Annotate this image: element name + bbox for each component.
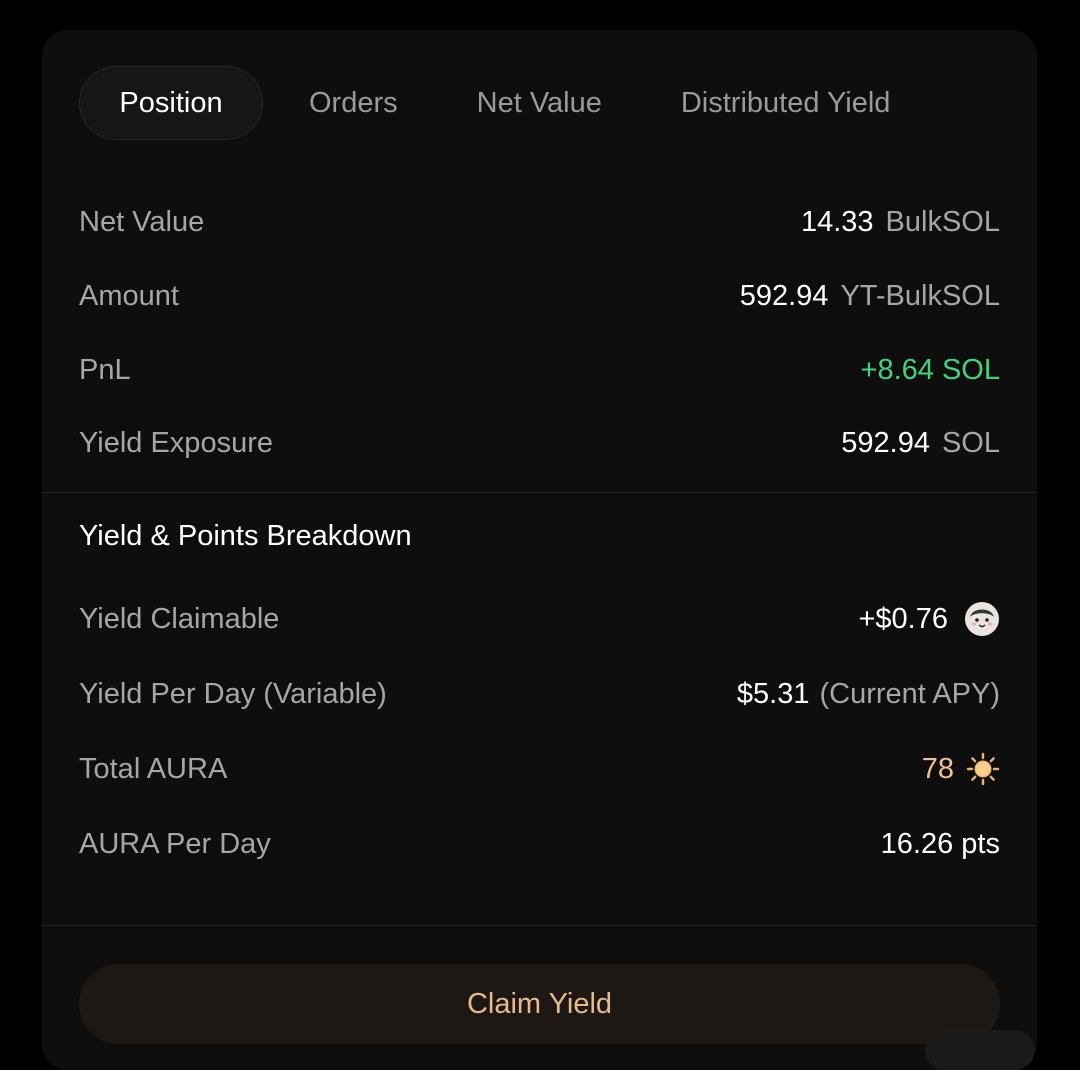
total-aura-row: Total AURA 78: [79, 747, 1000, 791]
pnl-row: PnL +8.64 SOL: [79, 348, 1000, 392]
tab-distributed-yield[interactable]: Distributed Yield: [681, 66, 891, 140]
amount-number: 592.94: [739, 279, 829, 312]
amount-unit: YT-BulkSOL: [840, 279, 1000, 312]
total-aura-number: 78: [921, 752, 954, 785]
yield-exposure-label: Yield Exposure: [79, 426, 273, 459]
position-card: Position Orders Net Value Distributed Yi…: [42, 30, 1037, 1070]
net-value-value: 14.33 BulkSOL: [801, 206, 1000, 239]
total-aura-label: Total AURA: [79, 752, 228, 785]
amount-row: Amount 592.94 YT-BulkSOL: [79, 274, 1000, 318]
tab-net-value[interactable]: Net Value: [477, 66, 602, 140]
aura-per-day-label: AURA Per Day: [79, 827, 271, 860]
tab-orders[interactable]: Orders: [309, 66, 398, 140]
net-value-row: Net Value 14.33 BulkSOL: [79, 200, 1000, 244]
sun-icon: [966, 752, 1000, 786]
yield-exposure-row: Yield Exposure 592.94 SOL: [79, 421, 1000, 465]
breakdown-title: Yield & Points Breakdown: [79, 520, 412, 552]
total-aura-value: 78: [922, 752, 1000, 786]
net-value-number: 14.33: [800, 205, 874, 238]
yield-per-day-value: $5.31 (Current APY): [737, 678, 1000, 711]
aura-per-day-row: AURA Per Day 16.26 pts: [79, 822, 1000, 866]
yield-exposure-value: 592.94 SOL: [841, 427, 1000, 460]
pnl-value: +8.64 SOL: [860, 353, 1000, 386]
yield-per-day-row: Yield Per Day (Variable) $5.31 (Current …: [79, 672, 1000, 716]
yield-claimable-row: Yield Claimable +$0.76: [79, 597, 1000, 641]
amount-label: Amount: [79, 279, 179, 312]
section-divider: [42, 492, 1037, 493]
yield-exposure-number: 592.94: [841, 426, 930, 459]
yield-per-day-label: Yield Per Day (Variable): [79, 677, 387, 710]
footer-divider: [42, 925, 1037, 926]
tab-position[interactable]: Position: [79, 66, 263, 140]
yield-exposure-unit: SOL: [941, 426, 1000, 459]
yield-per-day-number: $5.31: [736, 677, 810, 710]
net-value-label: Net Value: [79, 205, 205, 238]
amount-value: 592.94 YT-BulkSOL: [740, 280, 1000, 313]
floating-overlay: [925, 1030, 1035, 1070]
claim-yield-button[interactable]: Claim Yield: [79, 964, 1000, 1044]
token-avatar-icon: [964, 601, 1000, 637]
current-apy-note: (Current APY): [819, 677, 1001, 710]
net-value-unit: BulkSOL: [885, 205, 1000, 238]
yield-claimable-number: +$0.76: [858, 602, 948, 635]
yield-claimable-label: Yield Claimable: [79, 602, 280, 635]
tab-fade-overlay: [939, 66, 1029, 140]
aura-per-day-value: 16.26 pts: [880, 827, 1000, 860]
yield-claimable-value: +$0.76: [858, 601, 1000, 637]
tab-bar: Position Orders Net Value Distributed Yi…: [79, 66, 1029, 140]
pnl-label: PnL: [79, 353, 131, 386]
